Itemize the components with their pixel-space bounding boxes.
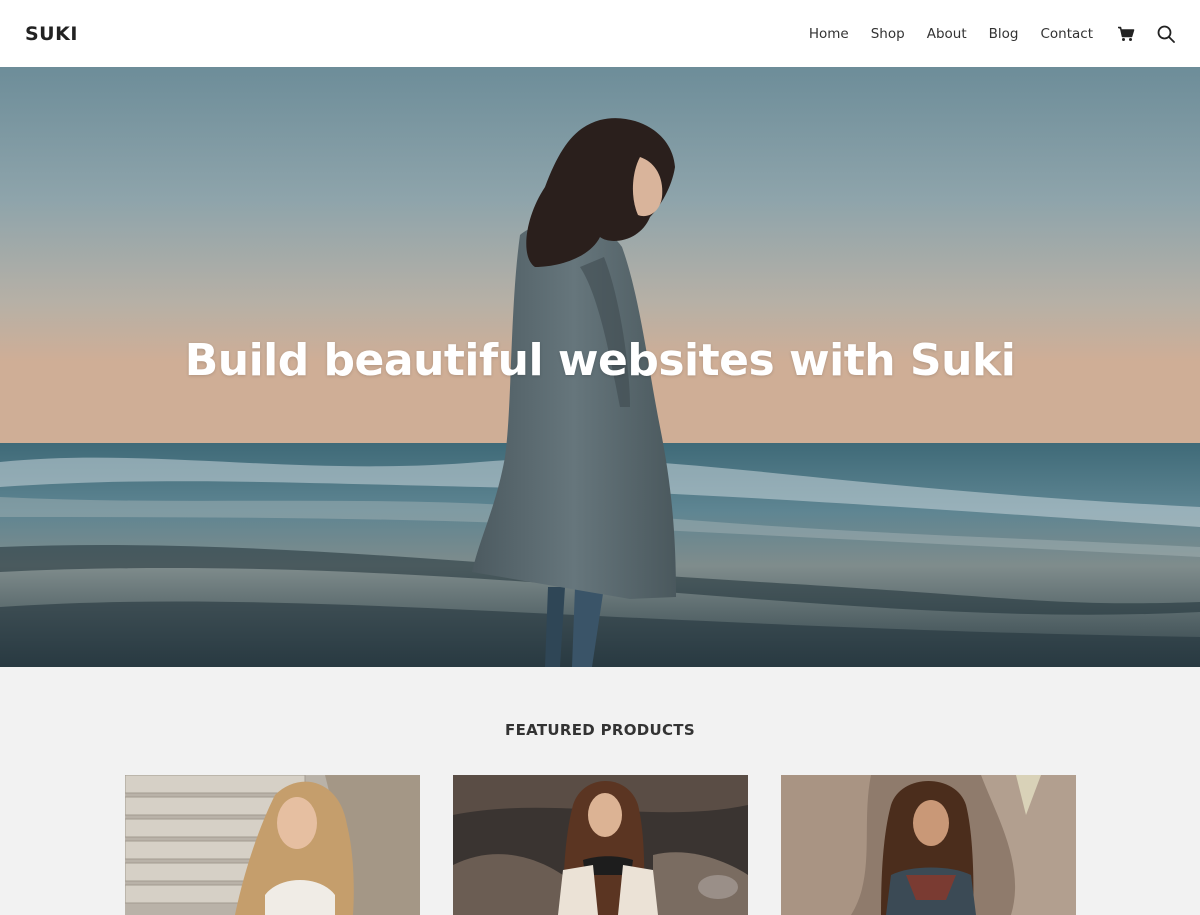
search-icon[interactable] [1157, 25, 1175, 43]
hero-section: Build beautiful websites with Suki [0, 67, 1200, 667]
nav-shop[interactable]: Shop [871, 26, 905, 42]
nav-about[interactable]: About [927, 26, 967, 42]
site-logo[interactable]: SUKI [25, 23, 78, 45]
nav-blog[interactable]: Blog [989, 26, 1019, 42]
product-image-2 [453, 775, 748, 915]
product-card-1[interactable] [125, 775, 420, 915]
nav-contact[interactable]: Contact [1040, 26, 1093, 42]
product-card-3[interactable] [781, 775, 1076, 915]
featured-products-section: FEATURED PRODUCTS [0, 667, 1200, 915]
nav-home[interactable]: Home [809, 26, 849, 42]
cart-icon[interactable] [1117, 26, 1135, 42]
main-navigation: Home Shop About Blog Contact [809, 25, 1175, 43]
site-header: SUKI Home Shop About Blog Contact [0, 0, 1200, 67]
product-image-3 [781, 775, 1076, 915]
featured-products-title: FEATURED PRODUCTS [505, 721, 695, 739]
product-image-1 [125, 775, 420, 915]
product-card-2[interactable] [453, 775, 748, 915]
hero-title: Build beautiful websites with Suki [184, 335, 1016, 386]
